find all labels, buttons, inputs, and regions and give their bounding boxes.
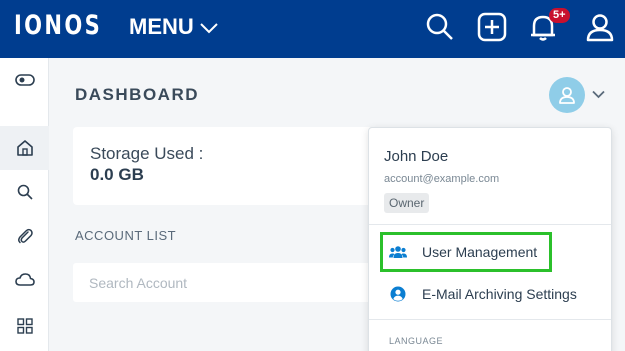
user-name: John Doe <box>384 148 449 165</box>
user-dropdown-menu: John Doe account@example.com Owner User … <box>368 127 612 351</box>
user-management-label: User Management <box>422 244 538 260</box>
top-bar: IONOS MENU 5+ <box>0 0 625 58</box>
user-icon[interactable] <box>584 11 616 43</box>
users-icon <box>388 242 408 262</box>
storage-label: Storage Used : <box>90 144 204 163</box>
home-icon <box>16 140 33 156</box>
email-archiving-settings-item[interactable]: E-Mail Archiving Settings <box>388 277 577 311</box>
page-title: DASHBOARD <box>75 85 199 104</box>
search-account-input[interactable] <box>73 263 373 302</box>
search-icon <box>17 184 33 200</box>
ionos-logo[interactable]: IONOS <box>14 10 102 41</box>
account-list-heading: ACCOUNT LIST <box>75 228 177 243</box>
user-icon <box>559 87 575 104</box>
sidebar-item-cloud[interactable] <box>0 258 49 302</box>
sidebar-item-home[interactable] <box>0 126 49 170</box>
divider <box>369 319 611 320</box>
user-management-item[interactable]: User Management <box>380 232 552 272</box>
sidebar <box>0 58 49 351</box>
grid-icon <box>16 318 33 334</box>
chevron-down-icon[interactable] <box>592 90 605 99</box>
menu-button[interactable]: MENU <box>129 14 218 40</box>
menu-label: MENU <box>129 14 194 39</box>
divider <box>369 224 611 225</box>
role-badge: Owner <box>384 193 430 213</box>
sidebar-item-apps[interactable] <box>0 304 49 348</box>
sidebar-item-attachments[interactable] <box>0 214 49 258</box>
user-circle-icon <box>388 284 408 304</box>
user-email: account@example.com <box>384 173 500 185</box>
paperclip-icon <box>17 228 33 244</box>
notification-badge: 5+ <box>549 8 570 23</box>
cloud-icon <box>14 273 35 286</box>
storage-card: Storage Used : 0.0 GB <box>73 127 373 205</box>
user-avatar-button[interactable] <box>549 77 585 113</box>
storage-value: 0.0 GB <box>90 165 144 184</box>
sidebar-item-search[interactable] <box>0 170 49 214</box>
language-section-label: LANGUAGE <box>389 336 444 346</box>
toggle-icon <box>14 74 35 86</box>
sidebar-toggle[interactable] <box>0 58 49 102</box>
chevron-down-icon <box>200 23 218 34</box>
search-icon[interactable] <box>424 11 456 43</box>
email-archiving-settings-label: E-Mail Archiving Settings <box>422 286 577 302</box>
add-icon[interactable] <box>476 11 508 43</box>
